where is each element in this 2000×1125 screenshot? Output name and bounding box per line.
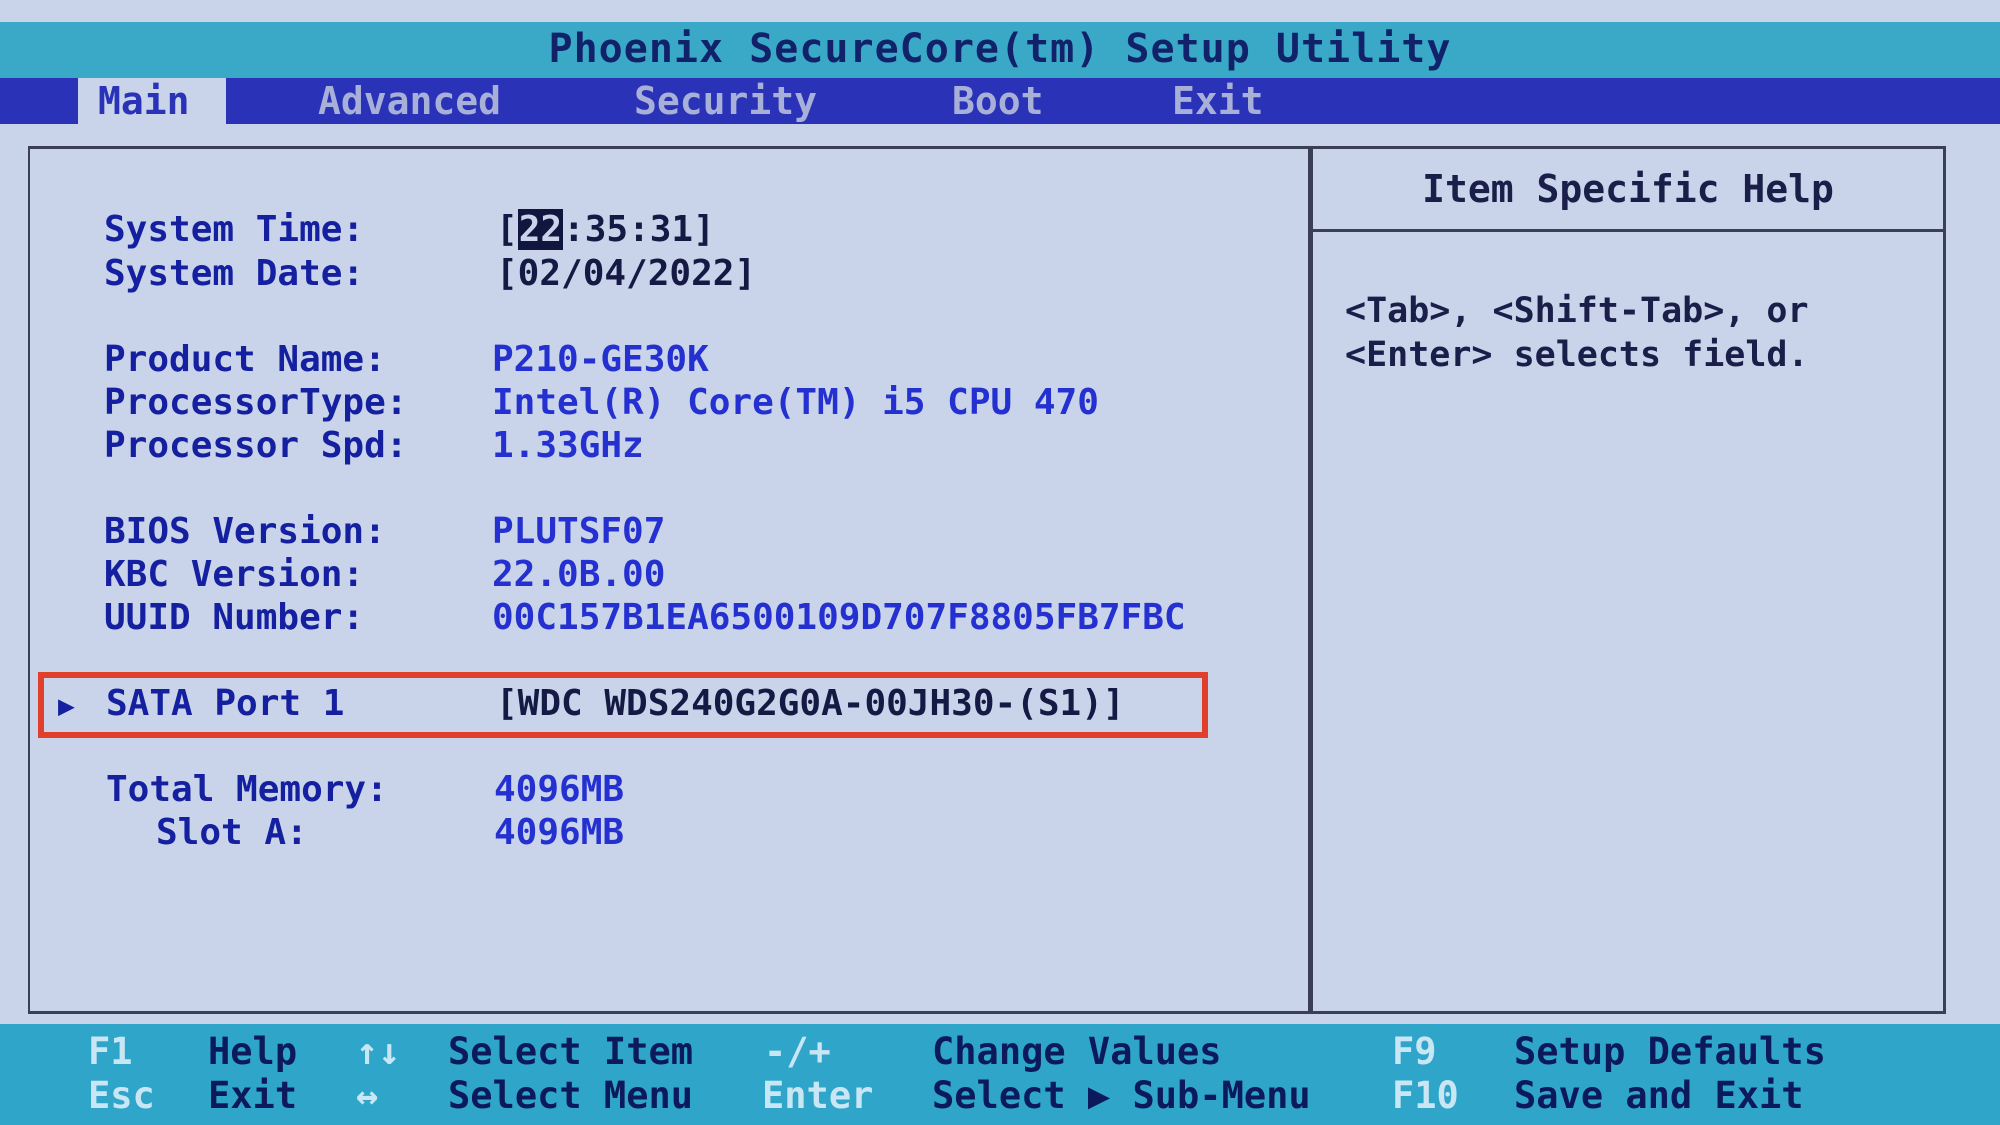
product-name-value: P210-GE30K <box>492 339 709 380</box>
tab-security[interactable]: Security <box>634 78 817 124</box>
kbc-version-label: KBC Version: <box>104 554 365 595</box>
slot-a-value: 4096MB <box>494 812 625 853</box>
kbc-version-value: 22.0B.00 <box>492 554 666 595</box>
tab-advanced[interactable]: Advanced <box>318 78 501 124</box>
processor-spd-label: Processor Spd: <box>104 425 408 466</box>
total-memory-label: Total Memory: <box>106 769 388 810</box>
updown-desc: Select Item <box>448 1030 694 1073</box>
slot-a-label: Slot A: <box>156 812 308 853</box>
system-time-field[interactable]: [22:35:31] <box>496 209 715 250</box>
help-line-2: <Enter> selects field. <box>1345 335 1809 375</box>
system-time-open-bracket: [ <box>496 209 518 250</box>
help-panel: Item Specific Help <Tab>, <Shift-Tab>, o… <box>1310 146 1946 1014</box>
f10-key: F10 <box>1392 1074 1459 1117</box>
product-name-label: Product Name: <box>104 339 386 380</box>
tab-main[interactable]: Main <box>78 78 226 124</box>
f1-desc: Help <box>208 1030 298 1073</box>
esc-key: Esc <box>88 1074 155 1117</box>
system-date-label: System Date: <box>104 253 365 294</box>
enter-desc: Select ▶ Sub-Menu <box>932 1074 1311 1117</box>
minus-plus-desc: Change Values <box>932 1030 1222 1073</box>
bios-screen: Phoenix SecureCore(tm) Setup Utility Mai… <box>0 0 2000 1125</box>
setup-title: Phoenix SecureCore(tm) Setup Utility <box>548 26 1452 72</box>
key-legend-footer: F1 Help ↑↓ Select Item -/+ Change Values… <box>0 1024 2000 1125</box>
total-memory-value: 4096MB <box>494 769 625 810</box>
tab-boot[interactable]: Boot <box>952 78 1044 124</box>
minus-plus-key: -/+ <box>764 1030 831 1073</box>
leftright-desc: Select Menu <box>448 1074 694 1117</box>
main-panel: System Time: [22:35:31] System Date: [02… <box>28 146 1311 1014</box>
processor-type-label: ProcessorType: <box>104 382 408 423</box>
bios-version-label: BIOS Version: <box>104 511 386 552</box>
esc-desc: Exit <box>208 1074 298 1117</box>
help-line-1: <Tab>, <Shift-Tab>, or <box>1345 291 1809 331</box>
help-text: <Tab>, <Shift-Tab>, or <Enter> selects f… <box>1345 289 1935 377</box>
system-time-label: System Time: <box>104 209 365 250</box>
uuid-value: 00C157B1EA6500109D707F8805FB7FBC <box>492 597 1186 638</box>
processor-spd-value: 1.33GHz <box>492 425 644 466</box>
processor-type-value: Intel(R) Core(TM) i5 CPU 470 <box>492 382 1099 423</box>
f1-key: F1 <box>88 1030 133 1073</box>
enter-key: Enter <box>762 1074 874 1117</box>
updown-arrows-icon: ↑↓ <box>356 1030 401 1073</box>
help-title: Item Specific Help <box>1313 149 1943 232</box>
f10-desc: Save and Exit <box>1514 1074 1804 1117</box>
sata-highlight-box <box>38 672 1208 738</box>
system-time-rest[interactable]: :35:31] <box>563 209 715 250</box>
leftright-arrows-icon: ↔ <box>356 1074 379 1117</box>
f9-key: F9 <box>1392 1030 1437 1073</box>
uuid-label: UUID Number: <box>104 597 365 638</box>
system-date-field[interactable]: [02/04/2022] <box>496 253 756 294</box>
tab-exit[interactable]: Exit <box>1172 78 1264 124</box>
system-time-hour[interactable]: 22 <box>517 209 564 250</box>
bios-version-value: PLUTSF07 <box>492 511 666 552</box>
f9-desc: Setup Defaults <box>1514 1030 1826 1073</box>
